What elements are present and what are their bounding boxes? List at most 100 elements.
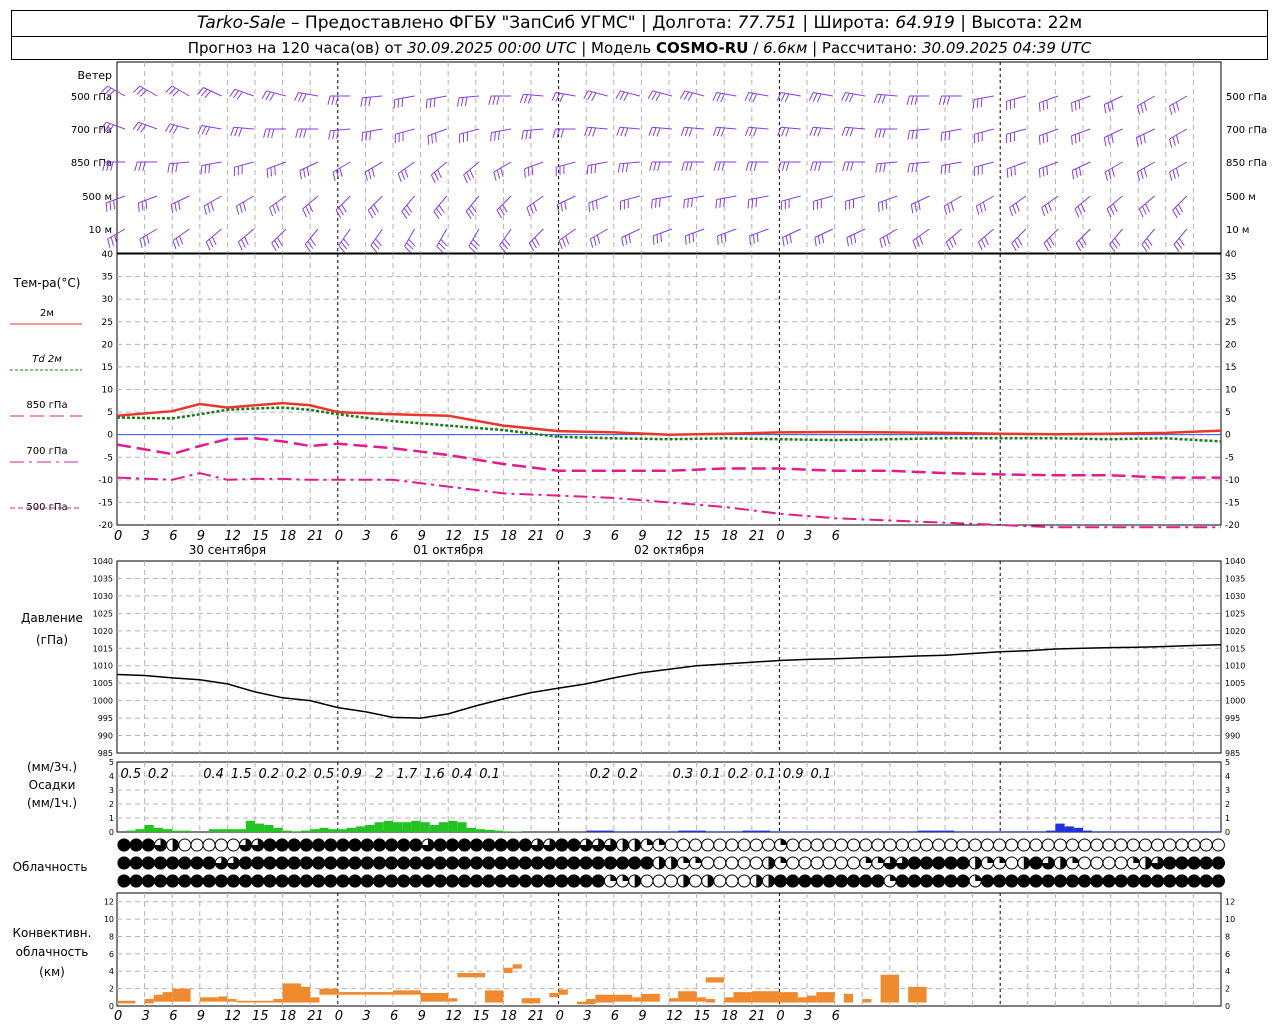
wind-barb-feather bbox=[403, 208, 410, 216]
hour-tick-label: 18 bbox=[500, 1009, 517, 1024]
cloud-symbol-fill bbox=[141, 838, 155, 852]
wind-barb-feather bbox=[272, 205, 277, 214]
cloud-symbol-fill bbox=[129, 838, 143, 852]
cloud-symbol-fill bbox=[385, 856, 398, 870]
convective-bar bbox=[117, 1000, 136, 1004]
hour-tick-label: 9 bbox=[638, 529, 646, 544]
wind-barb-feather bbox=[271, 242, 277, 252]
cloud-symbol-fill bbox=[810, 874, 824, 888]
cloud-symbol bbox=[713, 874, 727, 888]
precip-snow-bar bbox=[1110, 831, 1120, 832]
wind-barb-feather bbox=[979, 203, 983, 213]
y-tick-label: 995 bbox=[98, 714, 113, 723]
wind-barb-feather bbox=[371, 167, 375, 177]
wind-level-label: 850 гПа bbox=[1226, 158, 1267, 169]
hour-tick-label: 12 bbox=[666, 1009, 683, 1024]
wind-barb-feather bbox=[877, 202, 880, 212]
wind-barb-feather bbox=[1175, 207, 1181, 216]
wind-barb-feather bbox=[327, 95, 331, 105]
precip-snow-bar bbox=[696, 830, 706, 832]
cloud-symbol-fill bbox=[944, 874, 958, 888]
wind-barb bbox=[526, 195, 544, 208]
date-label: 30 сентября bbox=[189, 543, 266, 557]
wind-barb-feather bbox=[244, 236, 249, 246]
cloud-symbol-fill bbox=[1175, 856, 1189, 870]
wind-barb-feather bbox=[752, 93, 758, 103]
y-tick-label: 1025 bbox=[93, 609, 113, 618]
cloud-symbol bbox=[798, 838, 812, 852]
cloud-symbol bbox=[1151, 838, 1165, 852]
cloud-symbol bbox=[822, 838, 836, 852]
wind-barb-feather bbox=[849, 127, 854, 137]
wind-barb bbox=[335, 195, 351, 211]
cloud-symbol-fill bbox=[1187, 856, 1201, 870]
wind-barb-feather bbox=[523, 94, 528, 104]
precip-3h-label: 0.9 bbox=[341, 767, 362, 782]
cloud-symbol-fill bbox=[409, 874, 423, 888]
hour-tick-label: 9 bbox=[418, 529, 426, 544]
cloud-symbol-fill bbox=[518, 874, 532, 888]
cloud-symbol-fill bbox=[1041, 874, 1055, 888]
wind-barb-feather bbox=[1143, 167, 1148, 177]
precip-rain-bar bbox=[209, 829, 219, 832]
wind-level-label: 850 гПа bbox=[71, 158, 112, 169]
wind-barb-feather bbox=[425, 99, 428, 109]
precip-snow-bar bbox=[843, 831, 853, 832]
wind-barb-feather bbox=[1075, 168, 1078, 178]
cloud-symbol-fill bbox=[1072, 857, 1079, 863]
wind-barb-feather bbox=[343, 238, 350, 247]
hour-tick-label: 15 bbox=[252, 1009, 269, 1024]
convective-bar bbox=[733, 992, 752, 1003]
y-tick-label: 990 bbox=[98, 732, 113, 741]
convective-bar bbox=[843, 993, 853, 1003]
wind-barb bbox=[1104, 128, 1123, 138]
wind-barb-feather bbox=[1074, 208, 1080, 218]
y-tick-label: 5 bbox=[1225, 758, 1230, 767]
wind-barb-feather bbox=[628, 234, 631, 243]
wind-barb-feather bbox=[525, 130, 528, 140]
cloud-symbol-fill bbox=[360, 874, 374, 888]
wind-barb-feather bbox=[113, 200, 115, 210]
cloud-symbol-fill bbox=[555, 856, 569, 870]
wind-barb-feather bbox=[500, 167, 504, 177]
wind-barb-feather bbox=[498, 131, 500, 141]
wind-barb-feather bbox=[136, 87, 144, 95]
wind-barb-feather bbox=[175, 162, 178, 172]
cloud-symbol-fill bbox=[1138, 874, 1152, 888]
y-tick-label: 0 bbox=[1225, 431, 1231, 441]
cloud-symbol bbox=[214, 838, 228, 852]
precip-snow-bar bbox=[963, 831, 973, 832]
wind-barb-feather bbox=[658, 198, 661, 208]
wind-barb-feather bbox=[1006, 168, 1009, 178]
convective-bar bbox=[696, 997, 706, 1002]
cloud-symbol-fill bbox=[117, 856, 131, 870]
precip-3h-label: 0.5 bbox=[314, 767, 335, 782]
wind-barb-feather bbox=[972, 99, 975, 109]
hour-tick-label: 6 bbox=[611, 1009, 619, 1024]
wind-barb-feather bbox=[789, 234, 792, 243]
wind-barb-feather bbox=[521, 130, 524, 140]
precip-rain-bar bbox=[503, 831, 513, 832]
wind-barb-feather bbox=[1140, 103, 1144, 113]
wind-barb-feather bbox=[592, 201, 594, 211]
wind-barb-feather bbox=[781, 161, 786, 171]
convective-bar bbox=[862, 999, 872, 1003]
wind-barb-feather bbox=[982, 201, 987, 211]
wind-barb-feather bbox=[914, 202, 917, 212]
y-tick-label: 8 bbox=[1225, 932, 1230, 941]
precip-rain-bar bbox=[236, 829, 246, 832]
wind-barb bbox=[909, 161, 930, 165]
wind-barb-feather bbox=[977, 241, 983, 251]
convective-bar bbox=[503, 967, 513, 973]
wind-barb-feather bbox=[406, 242, 414, 250]
hour-tick-label: 15 bbox=[252, 529, 269, 544]
wind-barb-feather bbox=[401, 211, 408, 219]
wind-barb-feather bbox=[1038, 102, 1041, 112]
precip-rain-bar bbox=[310, 829, 320, 832]
wind-barb-feather bbox=[203, 205, 207, 215]
convective-bar bbox=[310, 997, 320, 1003]
cloud-symbol-fill bbox=[993, 874, 1006, 888]
wind-barb bbox=[523, 93, 544, 97]
wind-barb-feather bbox=[242, 201, 247, 211]
wind-barb bbox=[782, 228, 801, 238]
